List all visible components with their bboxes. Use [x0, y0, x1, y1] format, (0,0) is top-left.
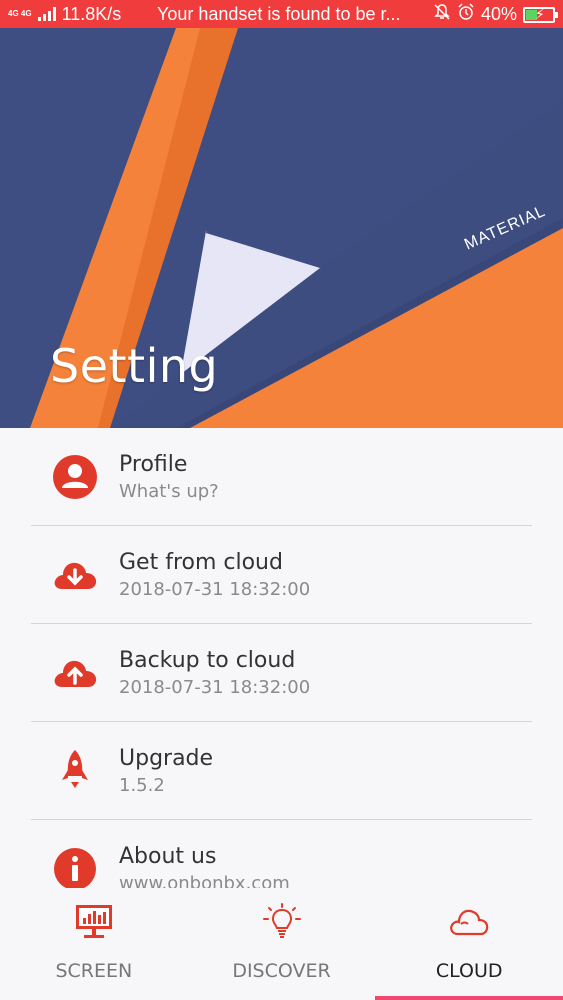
network-type: 4G 4G — [8, 9, 32, 18]
active-tab-indicator — [375, 996, 563, 1000]
settings-item-subtitle: 1.5.2 — [119, 775, 165, 796]
tab-label: CLOUD — [435, 960, 503, 982]
settings-item-title: Upgrade — [119, 746, 214, 771]
cloud-upload-icon — [52, 650, 98, 696]
info-icon — [52, 846, 98, 888]
status-message[interactable]: Your handset is found to be r... — [157, 4, 401, 25]
cloud-download-icon — [52, 552, 98, 598]
status-bar: 4G 4G 11.8K/s Your handset is found to b… — [0, 0, 563, 28]
settings-item-upgrade[interactable]: Upgrade 1.5.2 — [0, 722, 563, 820]
alarm-icon — [457, 3, 475, 26]
mute-bell-icon — [433, 3, 451, 26]
settings-item-subtitle: www.onbonbx.com — [119, 873, 290, 888]
settings-item-about-us[interactable]: About us www.onbonbx.com — [0, 820, 563, 888]
settings-item-subtitle: What's up? — [119, 481, 219, 502]
rocket-icon — [52, 748, 98, 794]
tab-label: SCREEN — [55, 960, 133, 982]
settings-item-title: About us — [119, 844, 217, 869]
settings-item-backup-to-cloud[interactable]: Backup to cloud 2018-07-31 18:32:00 — [0, 624, 563, 722]
user-icon — [52, 454, 98, 500]
tab-cloud[interactable]: CLOUD — [375, 888, 563, 1000]
monitor-chart-icon — [72, 902, 116, 942]
network-speed: 11.8K/s — [61, 3, 122, 24]
settings-list: Profile What's up? Get from cloud 2018-0… — [0, 428, 563, 888]
battery-icon: ⚡ — [523, 6, 558, 23]
tab-discover[interactable]: DISCOVER — [188, 888, 376, 1000]
settings-item-get-from-cloud[interactable]: Get from cloud 2018-07-31 18:32:00 — [0, 526, 563, 624]
tab-screen[interactable]: SCREEN — [0, 888, 188, 1000]
signal-icon — [37, 7, 56, 21]
header-banner: MATERIAL Setting — [0, 28, 563, 428]
settings-item-subtitle: 2018-07-31 18:32:00 — [119, 677, 311, 698]
settings-item-title: Get from cloud — [119, 550, 283, 575]
tab-label: DISCOVER — [232, 960, 331, 982]
cloud-icon — [447, 902, 491, 942]
lightbulb-icon — [260, 902, 304, 942]
settings-item-title: Backup to cloud — [119, 648, 296, 673]
settings-item-title: Profile — [119, 452, 188, 477]
settings-item-subtitle: 2018-07-31 18:32:00 — [119, 579, 311, 600]
page-title: Setting — [50, 339, 219, 393]
battery-percent: 40% — [480, 4, 517, 24]
bottom-navigation: SCREEN DISCOVER CLOUD — [0, 888, 563, 1000]
settings-item-profile[interactable]: Profile What's up? — [0, 428, 563, 526]
